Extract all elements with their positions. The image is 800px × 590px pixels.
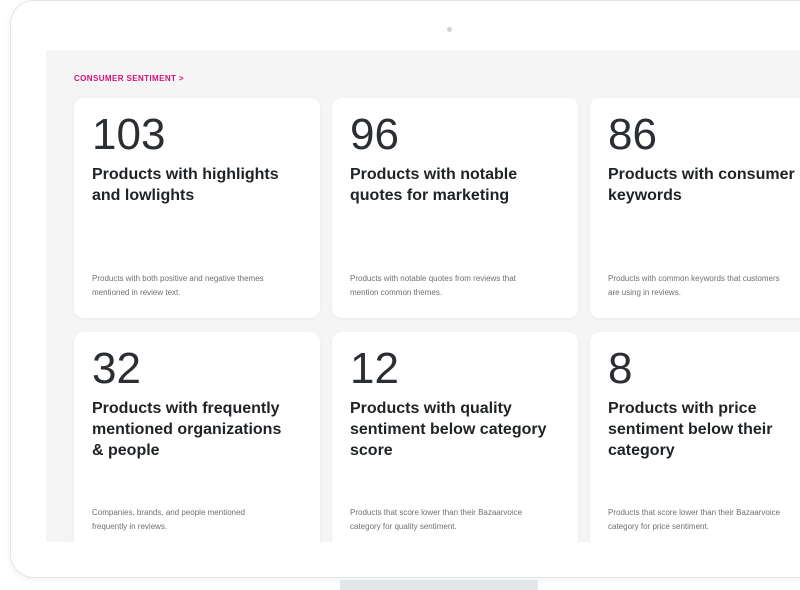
card-description: Companies, brands, and people mentioned … bbox=[92, 508, 245, 531]
card-count: 32 bbox=[92, 344, 141, 393]
card-count: 103 bbox=[92, 110, 166, 159]
camera-dot bbox=[447, 27, 452, 32]
dashboard-screen: CONSUMER SENTIMENT > 103 Products with h… bbox=[46, 50, 800, 542]
card-title: Products with notable quotes for marketi… bbox=[350, 166, 518, 204]
card-organizations-people[interactable]: 32 Products with frequently mentioned or… bbox=[74, 332, 320, 542]
card-description: Products that score lower than their Baz… bbox=[350, 508, 523, 531]
card-consumer-keywords[interactable]: 86 Products with consumer keywords Produ… bbox=[590, 98, 800, 318]
card-count: 12 bbox=[350, 344, 399, 393]
card-title: Products with highlights and lowlights bbox=[92, 166, 279, 204]
card-count: 96 bbox=[350, 110, 399, 159]
card-title: Products with quality sentiment below ca… bbox=[350, 400, 547, 459]
card-count: 8 bbox=[608, 344, 633, 393]
card-description: Products with common keywords that custo… bbox=[608, 274, 780, 297]
card-title: Products with price sentiment below thei… bbox=[608, 400, 773, 459]
card-description: Products with notable quotes from review… bbox=[350, 274, 516, 297]
card-title: Products with consumer keywords bbox=[608, 166, 795, 204]
consumer-sentiment-link[interactable]: CONSUMER SENTIMENT > bbox=[74, 74, 184, 83]
card-highlights-lowlights[interactable]: 103 Products with highlights and lowligh… bbox=[74, 98, 320, 318]
card-description: Products that score lower than their Baz… bbox=[608, 508, 781, 531]
laptop-base bbox=[340, 580, 538, 590]
card-description: Products with both positive and negative… bbox=[92, 274, 264, 297]
card-quality-sentiment[interactable]: 12 Products with quality sentiment below… bbox=[332, 332, 578, 542]
card-count: 86 bbox=[608, 110, 657, 159]
card-price-sentiment[interactable]: 8 Products with price sentiment below th… bbox=[590, 332, 800, 542]
card-title: Products with frequently mentioned organ… bbox=[92, 400, 282, 459]
card-notable-quotes[interactable]: 96 Products with notable quotes for mark… bbox=[332, 98, 578, 318]
